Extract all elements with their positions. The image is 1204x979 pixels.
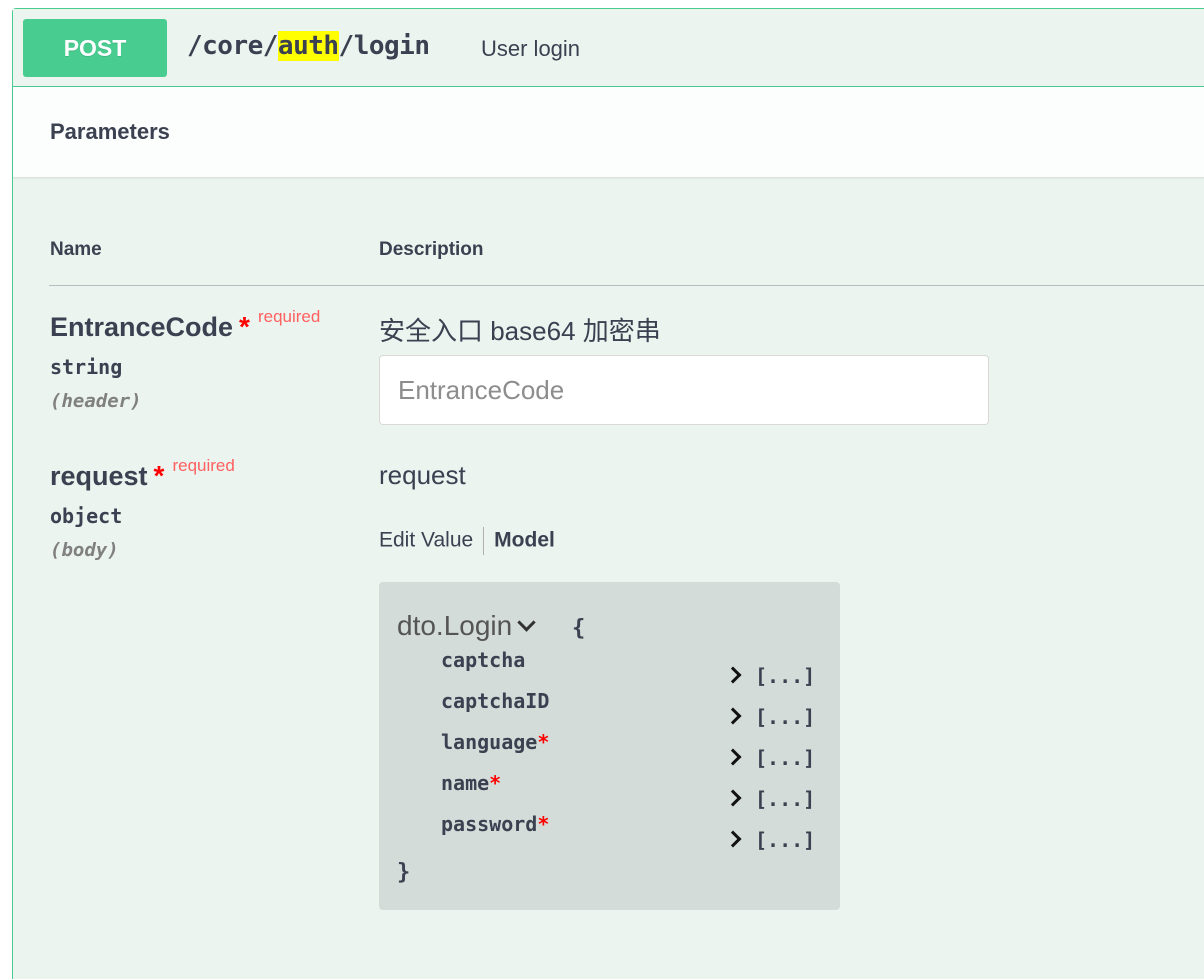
param-description: 安全入口 base64 加密串 <box>379 316 661 346</box>
header-divider <box>49 285 1204 286</box>
parameters-title: Parameters <box>50 119 170 144</box>
close-brace: } <box>397 860 411 885</box>
opblock-summary[interactable]: POST /core/auth/login User login <box>13 9 1204 87</box>
search-highlight: auth <box>277 31 339 61</box>
required-star: * <box>153 460 165 491</box>
param-location: (body) <box>50 539 119 561</box>
chevron-right-icon <box>724 789 742 807</box>
expand-property[interactable]: [...] <box>724 664 815 688</box>
expand-property[interactable]: [...] <box>724 746 815 770</box>
expand-property[interactable]: [...] <box>724 705 815 729</box>
model-property: language* <box>441 730 550 754</box>
required-star: * <box>537 730 550 754</box>
model-property: password* <box>441 812 550 836</box>
tab-edit-value[interactable]: Edit Value <box>379 529 473 552</box>
required-star: * <box>489 771 502 795</box>
expand-property[interactable]: [...] <box>724 828 815 852</box>
param-location: (header) <box>50 390 142 412</box>
param-type: object <box>50 504 123 528</box>
parameters-header: Parameters <box>13 87 1204 177</box>
tab-model[interactable]: Model <box>494 529 555 552</box>
chevron-right-icon <box>724 830 742 848</box>
model-property: name* <box>441 771 502 795</box>
param-name-entrancecode: EntranceCode * required <box>50 307 321 342</box>
opblock-post: POST /core/auth/login User login Paramet… <box>12 8 1204 979</box>
model-schema: dto.Login { captcha captchaID language* … <box>379 582 840 910</box>
model-property: captchaID <box>441 689 550 713</box>
expand-property[interactable]: [...] <box>724 787 815 811</box>
required-label: required <box>172 456 235 475</box>
param-type: string <box>50 355 123 379</box>
param-name-request: request * required <box>50 456 235 491</box>
chevron-down-icon <box>517 613 536 632</box>
chevron-right-icon <box>724 707 742 725</box>
open-brace: { <box>572 616 586 641</box>
endpoint-path: /core/auth/login <box>187 31 430 61</box>
method-badge: POST <box>23 19 167 77</box>
required-label: required <box>257 307 321 326</box>
required-star: * <box>537 812 550 836</box>
column-header-name: Name <box>50 239 102 260</box>
param-description: request <box>379 460 466 490</box>
chevron-right-icon <box>724 666 742 684</box>
body-tabs: Edit Value Model <box>379 527 555 555</box>
model-property: captcha <box>441 648 526 672</box>
required-star: * <box>239 311 250 342</box>
model-title: dto.Login <box>397 610 513 641</box>
model-toggle[interactable]: dto.Login <box>397 610 536 642</box>
chevron-right-icon <box>724 748 742 766</box>
endpoint-summary: User login <box>481 36 581 61</box>
tab-divider <box>483 527 485 555</box>
entrancecode-input[interactable] <box>379 355 989 425</box>
column-header-description: Description <box>379 239 484 260</box>
